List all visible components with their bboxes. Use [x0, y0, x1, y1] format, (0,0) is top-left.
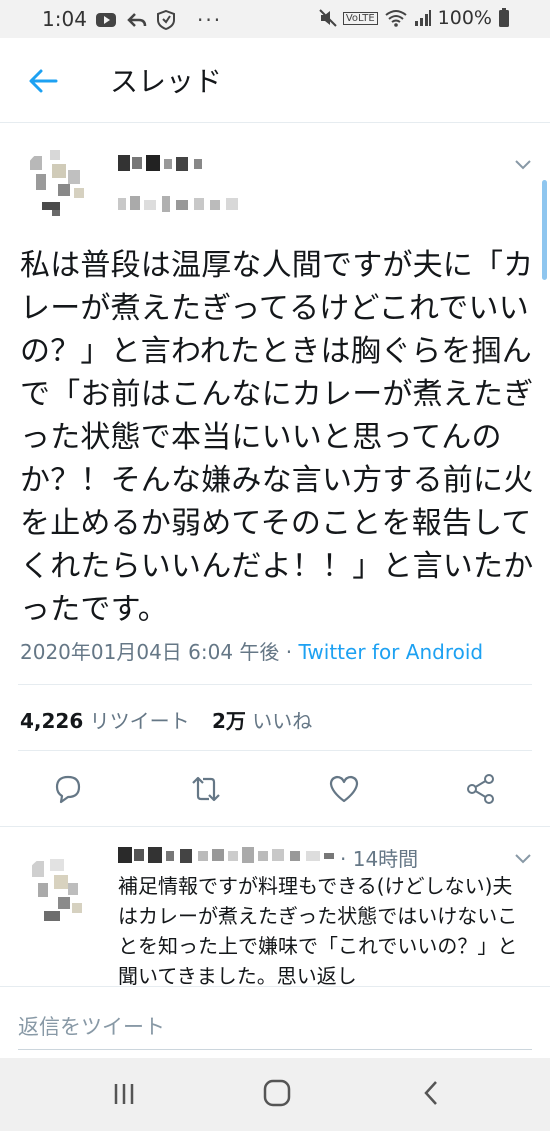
- youtube-icon: [96, 13, 116, 27]
- reply-author-blurred[interactable]: [118, 845, 338, 869]
- signal-icon: [414, 10, 431, 26]
- divider: [18, 750, 532, 751]
- reply-time: · 14時間: [340, 847, 419, 871]
- scrollbar[interactable]: [542, 180, 547, 280]
- divider: [18, 684, 532, 685]
- shield-icon: [157, 10, 175, 30]
- share-icon[interactable]: [464, 772, 498, 806]
- more-dots-icon: ···: [197, 8, 223, 32]
- wifi-icon: [385, 10, 407, 27]
- status-bar: 1:04 ··· VoLTE 100%: [0, 0, 550, 38]
- tweet-timestamp: 2020年01月04日 6:04 午後: [20, 640, 280, 664]
- back-arrow-icon[interactable]: [26, 64, 60, 98]
- author-name-blurred[interactable]: [118, 153, 218, 179]
- reply-chevron-down-icon[interactable]: [512, 847, 534, 869]
- reply-compose-input[interactable]: 返信をツイート: [18, 1011, 165, 1041]
- tweet-text: 私は普段は温厚な人間ですが夫に「カレーが煮えたぎってるけどこれでいいの？」と言わ…: [20, 248, 534, 627]
- mute-icon: [319, 9, 337, 27]
- status-time: 1:04: [42, 7, 87, 31]
- recent-apps-icon[interactable]: [110, 1080, 138, 1108]
- reply-icon[interactable]: [51, 772, 85, 806]
- like-icon[interactable]: [327, 772, 361, 806]
- author-handle-blurred: [118, 194, 248, 218]
- tweet-source-link[interactable]: Twitter for Android: [299, 640, 484, 664]
- chevron-down-icon[interactable]: [512, 153, 534, 175]
- status-right: VoLTE 100%: [319, 7, 510, 29]
- volte-icon: VoLTE: [342, 11, 378, 25]
- system-nav-bar: [0, 1058, 550, 1131]
- author-avatar[interactable]: [22, 146, 98, 222]
- reply-text: 補足情報ですが料理もできる(けどしない)夫はカレーが煮えたぎった状態ではいけない…: [118, 874, 518, 987]
- reply-arrow-icon: [127, 13, 147, 27]
- reply-tweet[interactable]: · 14時間 補足情報ですが料理もできる(けどしない)夫はカレーが煮えたぎった状…: [0, 826, 550, 987]
- tweet-stats: 4,226 リツイート 2万 いいね: [20, 705, 328, 734]
- meta-separator: ·: [279, 640, 299, 664]
- compose-underline: [18, 1049, 532, 1050]
- battery-icon: [499, 8, 509, 27]
- back-icon[interactable]: [418, 1078, 446, 1108]
- like-label[interactable]: いいね: [252, 709, 312, 733]
- home-icon[interactable]: [262, 1078, 292, 1108]
- page-title: スレッド: [110, 65, 223, 98]
- reply-avatar[interactable]: [22, 853, 98, 929]
- tweet-meta: 2020年01月04日 6:04 午後 · Twitter for Androi…: [20, 636, 483, 665]
- retweet-icon[interactable]: [189, 772, 223, 806]
- like-count[interactable]: 2万: [212, 709, 246, 733]
- retweet-label[interactable]: リツイート: [90, 709, 190, 733]
- reply-compose-bar[interactable]: 返信をツイート: [0, 986, 550, 1057]
- status-left-icons: ···: [95, 8, 222, 32]
- retweet-count[interactable]: 4,226: [20, 709, 83, 733]
- battery-percent: 100%: [437, 7, 492, 29]
- thread-header: スレッド: [0, 38, 550, 123]
